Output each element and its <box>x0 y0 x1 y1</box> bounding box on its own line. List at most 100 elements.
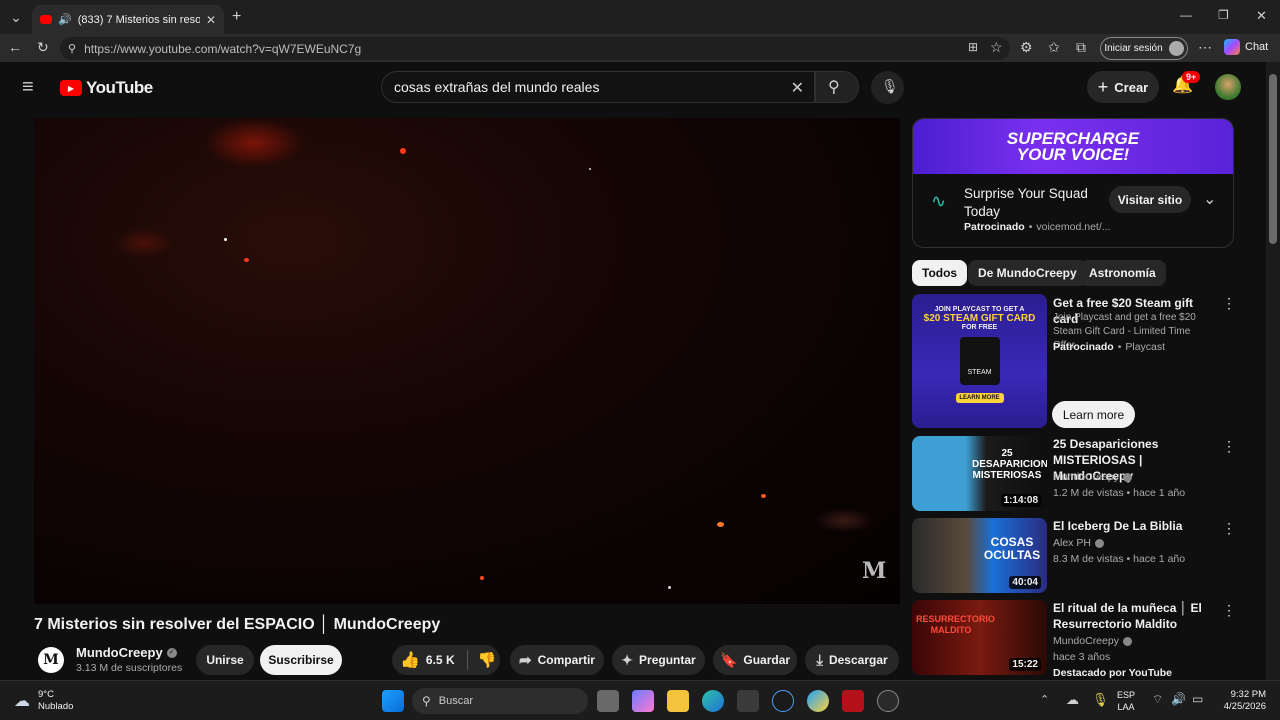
url-field[interactable]: ⚲ https://www.youtube.com/watch?v=qW7EWE… <box>60 37 1010 60</box>
search-input[interactable]: cosas extrañas del mundo reales ✕ <box>381 71 815 103</box>
video-thumbnail[interactable]: 25 DESAPARICIONES MISTERIOSAS 1:14:08 <box>912 436 1047 511</box>
site-info-icon[interactable]: ⚲ <box>68 42 76 55</box>
clock-date: 4/25/2026 <box>1223 701 1266 712</box>
channel-watermark[interactable]: M <box>862 558 886 584</box>
chip-from-channel[interactable]: De MundoCreepy <box>968 260 1087 286</box>
promo-more-icon[interactable]: ⋮ <box>1222 295 1236 312</box>
channel-name-row: MundoCreepy ✓ <box>76 645 177 660</box>
video-more-icon[interactable]: ⋮ <box>1222 438 1236 455</box>
like-count[interactable]: 6.5 K <box>426 653 455 667</box>
channel-avatar[interactable]: M <box>38 647 64 673</box>
close-tab-icon[interactable]: ✕ <box>206 13 216 27</box>
visit-site-button[interactable]: Visitar sitio <box>1109 186 1191 213</box>
youtube-logo[interactable]: ▶ YouTube <box>60 78 153 98</box>
signin-button[interactable]: Iniciar sesión <box>1100 37 1188 60</box>
app-available-icon[interactable]: ⊞ <box>968 40 978 54</box>
channel-name[interactable]: MundoCreepy <box>76 645 163 660</box>
video-channel[interactable]: Alex PH <box>1053 536 1091 551</box>
search-button[interactable]: ⚲ <box>815 71 859 103</box>
ad-meta: Patrocinado • voicemod.net/... <box>964 221 1111 233</box>
copilot-taskbar-icon[interactable] <box>632 690 654 712</box>
promo-thumb-line1: JOIN PLAYCAST TO GET A <box>934 306 1025 313</box>
learn-more-button[interactable]: Learn more <box>1052 401 1135 428</box>
download-button[interactable]: ⤓ Descargar <box>805 645 899 675</box>
video-thumbnail[interactable]: RESURRECTORIO MALDITO 15:22 <box>912 600 1047 675</box>
video-thumbnail[interactable]: COSAS OCULTAS 40:04 <box>912 518 1047 593</box>
minimize-icon[interactable]: — <box>1180 8 1192 22</box>
join-button[interactable]: Unirse <box>196 645 254 675</box>
onedrive-icon[interactable]: ☁ <box>1066 692 1079 708</box>
subscribe-button[interactable]: Suscribirse <box>260 645 342 675</box>
video-channel[interactable]: MundoCreepy <box>1053 634 1119 649</box>
weather-desc: Nublado <box>38 701 74 712</box>
favorite-star-icon[interactable]: ☆ <box>990 39 1003 56</box>
chip-astronomy[interactable]: Astronomía <box>1079 260 1166 286</box>
star-particle <box>589 168 591 170</box>
language-indicator[interactable]: ESP LAA <box>1117 689 1135 713</box>
favorites-icon[interactable]: ✩ <box>1048 39 1060 56</box>
volume-icon[interactable]: 🔊 <box>1171 692 1186 706</box>
ad-domain: voicemod.net/... <box>1036 221 1111 233</box>
mic-tray-icon[interactable]: 🎙 <box>1092 692 1109 708</box>
video-title-link[interactable]: El ritual de la muñeca │ El Resurrectori… <box>1053 600 1218 632</box>
ad-title: Surprise Your Squad Today <box>964 186 1088 219</box>
battery-icon[interactable]: ▭ <box>1192 692 1203 706</box>
edge-browser-icon[interactable] <box>702 690 724 712</box>
extension-icon[interactable]: ⚙ <box>1020 39 1033 56</box>
video-player[interactable]: M <box>34 118 900 604</box>
collections-icon[interactable]: ⧉ <box>1076 39 1086 56</box>
speaker-icon[interactable]: 🔊 <box>58 13 72 26</box>
scrollbar-thumb[interactable] <box>1269 74 1277 244</box>
refresh-icon[interactable]: ↻ <box>37 39 49 56</box>
copilot-chat-button[interactable]: Chat <box>1224 39 1268 55</box>
steam-card-icon: STEAM <box>959 337 1000 385</box>
mcafee-icon[interactable] <box>842 690 864 712</box>
tab-menu-chevron-icon[interactable]: ⌄ <box>8 9 24 25</box>
create-button[interactable]: + Crear <box>1087 71 1159 103</box>
promo-thumbnail[interactable]: JOIN PLAYCAST TO GET A $20 STEAM GIFT CA… <box>912 294 1047 428</box>
voice-search-button[interactable]: 🎙 <box>871 71 904 104</box>
account-avatar[interactable] <box>1215 74 1241 100</box>
file-explorer-icon[interactable] <box>667 690 689 712</box>
store-icon[interactable] <box>737 690 759 712</box>
task-view-icon[interactable] <box>597 690 619 712</box>
hamburger-menu-icon[interactable]: ≡ <box>22 76 34 99</box>
page-scrollbar[interactable] <box>1266 62 1280 680</box>
browser-tab[interactable]: 🔊 (833) 7 Misterios sin resolver c ✕ <box>32 5 224 34</box>
signin-label: Iniciar sesión <box>1104 43 1163 54</box>
sponsored-ad-card[interactable]: SUPERCHARGE YOUR VOICE! ∿ Surprise Your … <box>912 118 1234 248</box>
notifications-button[interactable]: 🔔 9+ <box>1172 71 1201 95</box>
download-icon: ⤓ <box>816 651 823 669</box>
maximize-icon[interactable]: ❐ <box>1218 8 1229 22</box>
video-more-icon[interactable]: ⋮ <box>1222 602 1236 619</box>
new-tab-icon[interactable]: + <box>232 8 241 26</box>
wifi-icon[interactable]: ⌔ <box>1152 692 1163 707</box>
more-menu-icon[interactable]: ⋯ <box>1198 39 1212 56</box>
start-button-icon[interactable] <box>382 690 404 712</box>
window-close-icon[interactable]: ✕ <box>1256 8 1267 24</box>
share-icon: ➦ <box>519 652 532 669</box>
share-button[interactable]: ➦ Compartir <box>510 645 604 675</box>
chevron-down-icon[interactable]: ⌄ <box>1203 189 1216 209</box>
back-icon[interactable]: ← <box>8 39 22 55</box>
notification-badge: 9+ <box>1182 71 1201 83</box>
learn-more-label: Learn more <box>1062 407 1125 422</box>
video-channel[interactable]: MundoCreepy <box>1053 470 1119 485</box>
clear-search-icon[interactable]: ✕ <box>791 78 804 98</box>
ask-button[interactable]: ✦ Preguntar <box>612 645 705 675</box>
settings-icon[interactable] <box>877 690 899 712</box>
like-divider <box>466 650 468 670</box>
weather-widget[interactable]: ☁ 9°C Nublado <box>14 689 73 713</box>
like-icon[interactable]: 👍 <box>400 650 420 670</box>
video-more-icon[interactable]: ⋮ <box>1222 520 1236 537</box>
hidden-icons-chevron-icon[interactable]: ⌃ <box>1040 693 1049 706</box>
taskbar-search[interactable]: ⚲ Buscar <box>412 688 588 714</box>
chip-all[interactable]: Todos <box>912 260 968 286</box>
ad-banner[interactable]: SUPERCHARGE YOUR VOICE! <box>913 119 1233 174</box>
hp-icon[interactable] <box>772 690 794 712</box>
dislike-icon[interactable]: 👎 <box>478 651 497 669</box>
video-title-link[interactable]: El Iceberg De La Biblia <box>1053 518 1218 534</box>
clock[interactable]: 9:32 PM 4/25/2026 <box>1212 689 1266 713</box>
chrome-icon[interactable] <box>807 690 829 712</box>
save-button[interactable]: 🔖 Guardar <box>713 645 797 675</box>
